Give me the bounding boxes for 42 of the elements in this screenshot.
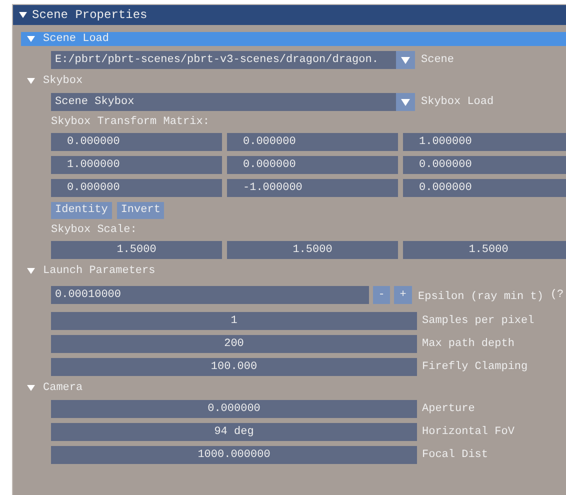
slider-field[interactable]: 94 deg	[51, 423, 417, 441]
field-label: Firefly Clamping	[422, 360, 528, 375]
combo-box[interactable]: Scene Skybox	[51, 93, 415, 111]
number-field[interactable]: 1.000000	[51, 156, 222, 174]
section-caption: Skybox Scale:	[51, 224, 137, 236]
number-field[interactable]: 1.5000	[227, 241, 398, 259]
number-field[interactable]: -1.000000	[227, 179, 398, 197]
decrement-button[interactable]: -	[373, 286, 390, 304]
field-label: Epsilon (ray min t)	[418, 291, 544, 303]
field-label: Focal Dist	[422, 448, 488, 463]
number-field[interactable]: 0.000000	[51, 179, 222, 197]
number-field[interactable]: 0.000000	[403, 156, 566, 174]
number-field[interactable]: 1.5000	[51, 241, 222, 259]
field-label: Scene	[421, 53, 454, 68]
slider-field[interactable]: 100.000	[51, 358, 417, 376]
field-label: Horizontal FoV	[422, 425, 514, 440]
section-header[interactable]: Scene Load	[21, 32, 566, 46]
number-field[interactable]: 1.000000	[403, 133, 566, 151]
action-button[interactable]: Identity	[51, 202, 112, 219]
slider-field[interactable]: 1	[51, 312, 417, 330]
field-label: Skybox Load	[421, 95, 494, 110]
number-field[interactable]: 0.000000	[403, 179, 566, 197]
slider-field[interactable]: 200	[51, 335, 417, 353]
field-label: Samples per pixel	[422, 314, 534, 329]
slider-field[interactable]: 1000.000000	[51, 446, 417, 464]
number-field[interactable]: 0.00010000	[51, 286, 369, 304]
dropdown-arrow-icon	[401, 98, 410, 106]
increment-button[interactable]: +	[394, 286, 412, 304]
help-marker[interactable]: (?	[550, 286, 564, 304]
action-button[interactable]: Invert	[116, 202, 164, 219]
number-field[interactable]: 0.000000	[51, 133, 222, 151]
field-label: Aperture	[422, 402, 475, 417]
section-caption: Skybox Transform Matrix:	[51, 116, 210, 128]
collapse-arrow-icon[interactable]	[19, 11, 27, 19]
number-field[interactable]: 0.000000	[227, 133, 398, 151]
dropdown-arrow-icon	[401, 56, 410, 64]
field-label: Max path depth	[422, 337, 514, 352]
number-field[interactable]: 0.000000	[227, 156, 398, 174]
number-field[interactable]: 1.5000	[403, 241, 566, 259]
slider-field[interactable]: 0.000000	[51, 400, 417, 418]
window-title: Scene Properties	[32, 7, 148, 24]
combo-box[interactable]: E:/pbrt/pbrt-scenes/pbrt-v3-scenes/dragon/dragon.	[51, 51, 415, 69]
